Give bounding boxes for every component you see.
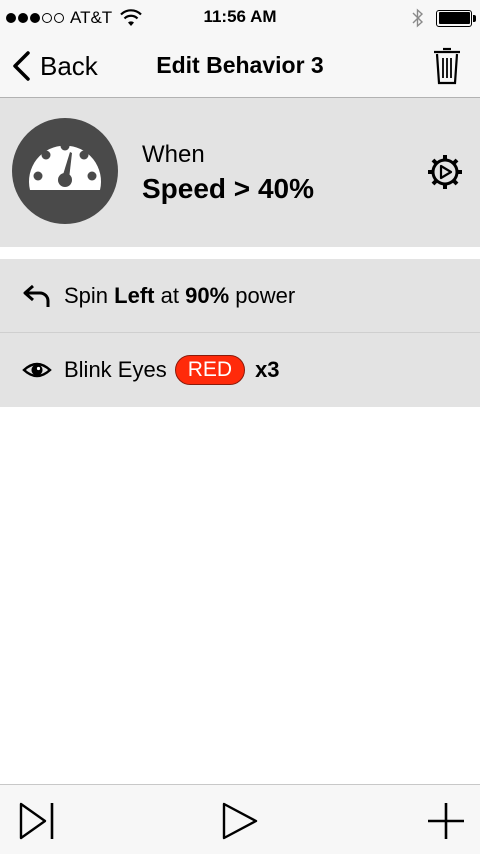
eye-icon — [22, 362, 52, 378]
action-direction: Left — [114, 282, 155, 308]
chevron-left-icon — [13, 51, 30, 81]
action-row-spin[interactable]: Spin Left at 90% power — [0, 259, 480, 333]
repeat-count: x3 — [255, 357, 280, 382]
action-connector: at — [160, 282, 179, 308]
bluetooth-icon — [412, 8, 424, 28]
bottom-toolbar — [0, 784, 480, 854]
speedometer-icon — [12, 118, 118, 224]
plus-icon[interactable] — [426, 801, 466, 841]
action-verb: Blink Eyes — [64, 357, 167, 382]
step-forward-icon[interactable] — [18, 801, 58, 841]
status-bar: AT&T 11:56 AM — [0, 0, 480, 36]
trigger-prefix: When — [142, 141, 205, 168]
action-suffix: power — [235, 282, 296, 308]
color-badge[interactable]: RED — [174, 355, 246, 385]
gear-icon[interactable] — [426, 153, 464, 191]
action-power: 90% — [185, 282, 230, 308]
play-icon[interactable] — [220, 801, 260, 841]
action-row-blink[interactable]: Blink Eyes RED x3 — [0, 333, 480, 407]
action-verb: Spin — [64, 282, 109, 308]
trigger-row[interactable]: When Speed > 40% — [0, 98, 480, 247]
status-time: 11:56 AM — [203, 7, 277, 26]
status-right — [412, 8, 476, 28]
navigation-bar: Back Edit Behavior 3 — [0, 36, 480, 98]
trash-icon[interactable] — [432, 45, 462, 85]
battery-icon — [436, 9, 476, 27]
back-button[interactable]: Back — [10, 46, 98, 86]
trigger-condition: Speed > 40% — [142, 173, 314, 204]
turn-left-arrow-icon — [23, 284, 50, 307]
battery-level — [438, 12, 470, 24]
back-label: Back — [40, 50, 98, 81]
